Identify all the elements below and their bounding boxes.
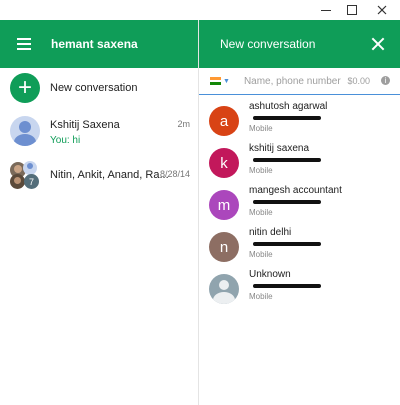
contact-item[interactable]: a ashutosh agarwal Mobile (199, 99, 400, 141)
new-conversation-button[interactable]: + New conversation (0, 68, 198, 108)
contact-name: ashutosh agarwal (249, 101, 328, 112)
window-close-button[interactable] (368, 0, 396, 20)
minimize-button[interactable] (312, 0, 340, 20)
contact-avatar: k (209, 148, 239, 178)
contact-avatar: n (209, 232, 239, 262)
contact-avatar: a (209, 106, 239, 136)
contact-number-redacted (249, 113, 327, 124)
contact-item[interactable]: k kshitij saxena Mobile (199, 141, 400, 183)
contact-name: nitin delhi (249, 227, 292, 238)
contact-name: Unknown (249, 269, 291, 280)
user-name: hemant saxena (51, 37, 138, 51)
contact-phone-type: Mobile (249, 208, 273, 217)
contact-item[interactable]: n nitin delhi Mobile (199, 225, 400, 267)
avatar (10, 116, 40, 146)
contact-phone-type: Mobile (249, 292, 273, 301)
group-avatar: 7 (10, 160, 40, 190)
conversation-snippet: You: hi (50, 135, 81, 146)
recipient-search-bar: ▼ $0.00 i (199, 68, 400, 95)
pane-title: New conversation (220, 37, 316, 51)
contact-phone-type: Mobile (249, 250, 273, 259)
contact-phone-type: Mobile (249, 124, 273, 133)
contact-number-redacted (249, 155, 321, 166)
call-rate: $0.00 (347, 76, 370, 86)
window-titlebar (0, 0, 400, 20)
recipient-search-input[interactable] (243, 75, 344, 87)
conversation-item[interactable]: Kshitij Saxena You: hi 2m (0, 116, 198, 156)
maximize-icon (347, 5, 357, 15)
contact-number-redacted (249, 239, 321, 250)
conversation-list-pane: hemant saxena + New conversation Kshitij… (0, 20, 199, 405)
contact-phone-type: Mobile (249, 166, 273, 175)
contact-number-redacted (249, 197, 342, 208)
conversation-title: Kshitij Saxena (50, 119, 120, 131)
info-icon[interactable]: i (381, 76, 390, 85)
new-conversation-pane: New conversation ▼ $0.00 i a ashutosh ag… (199, 20, 400, 405)
conversation-item[interactable]: 7 Nitin, Ankit, Anand, Ra... 8/28/14 (0, 160, 198, 200)
plus-icon: + (10, 73, 40, 103)
contact-name: mangesh accountant (249, 185, 342, 196)
contact-item[interactable]: Unknown Mobile (199, 267, 400, 309)
left-app-bar: hemant saxena (0, 20, 198, 68)
minimize-icon (321, 9, 331, 11)
maximize-button[interactable] (338, 0, 366, 20)
india-flag-icon[interactable] (210, 77, 221, 86)
menu-icon[interactable] (17, 38, 31, 50)
contact-avatar: m (209, 190, 239, 220)
new-conversation-label: New conversation (50, 82, 138, 94)
country-dropdown-icon[interactable]: ▼ (223, 78, 230, 85)
contact-item[interactable]: m mangesh accountant Mobile (199, 183, 400, 225)
conversation-time: 8/28/14 (159, 169, 190, 179)
right-app-bar: New conversation (199, 20, 400, 68)
close-icon (377, 5, 387, 15)
contact-number-redacted (249, 281, 321, 292)
conversation-time: 2m (177, 119, 190, 129)
contact-avatar (209, 274, 239, 304)
contact-name: kshitij saxena (249, 143, 310, 154)
group-count-badge: 7 (24, 174, 39, 189)
contact-list: a ashutosh agarwal Mobile k kshitij saxe… (199, 99, 400, 309)
close-pane-icon[interactable] (370, 36, 386, 52)
